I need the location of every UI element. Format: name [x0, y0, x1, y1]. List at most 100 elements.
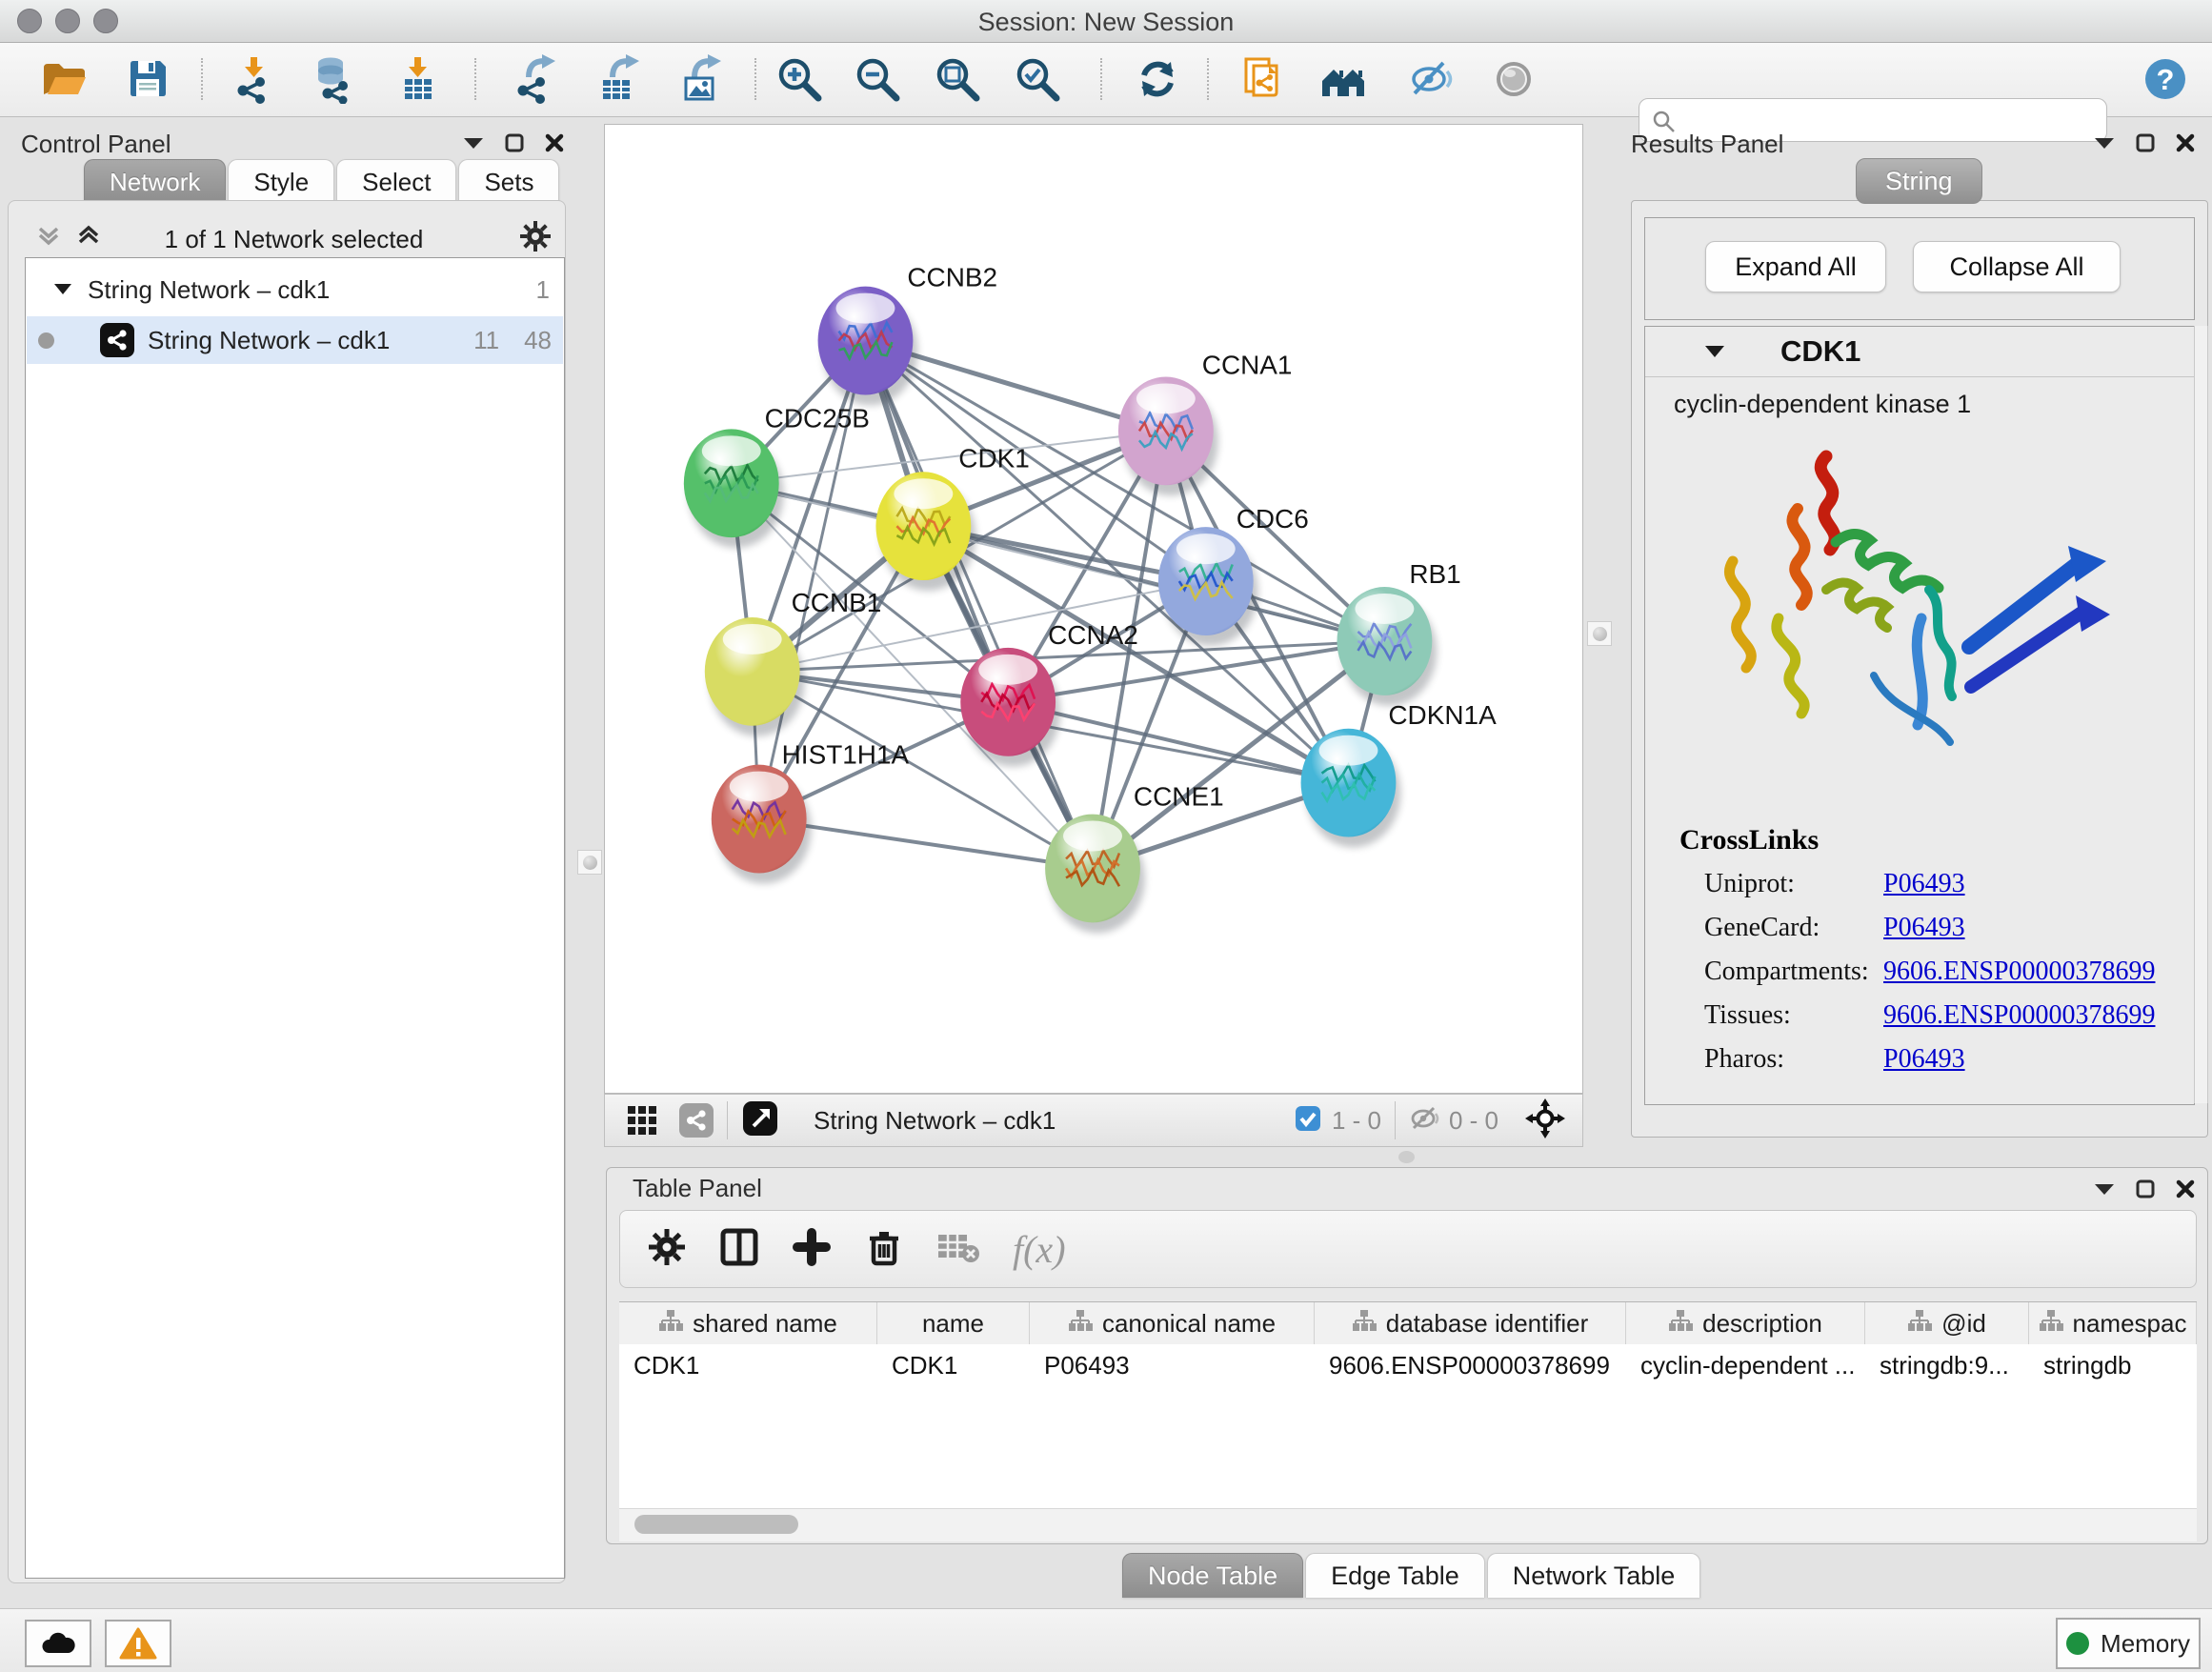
warnings-button[interactable] [105, 1620, 171, 1667]
table-body: CDK1CDK1P064939606.ENSP00000378699cyclin… [619, 1344, 2197, 1508]
close-panel-icon[interactable] [2176, 133, 2195, 152]
network-row[interactable]: String Network – cdk1 11 48 [27, 316, 563, 364]
crosslink-pharos-link[interactable]: P06493 [1883, 1044, 1965, 1075]
node-CDKN1A[interactable]: CDKN1A [1301, 700, 1498, 848]
table-cell[interactable]: 9606.ENSP00000378699 [1315, 1344, 1626, 1386]
left-splitter-handle[interactable] [577, 850, 602, 875]
column-header-database-identifier[interactable]: database identifier [1315, 1302, 1626, 1344]
function-builder-icon[interactable]: f(x) [1013, 1227, 1066, 1272]
table-cell[interactable]: CDK1 [877, 1344, 1030, 1386]
node-CDC6[interactable]: CDC6 [1158, 504, 1309, 646]
tab-sets[interactable]: Sets [458, 159, 559, 204]
table-cell[interactable]: cyclin-dependent ... [1626, 1344, 1865, 1386]
tab-network-table[interactable]: Network Table [1487, 1553, 1701, 1598]
node-CCNB1[interactable]: CCNB1 [705, 588, 882, 736]
table-hscrollbar-track[interactable] [619, 1508, 2197, 1541]
column-tree-icon [658, 1309, 683, 1339]
crosslink-uniprot-link[interactable]: P06493 [1883, 869, 1965, 899]
birdseye-view-icon[interactable] [741, 1099, 779, 1142]
zoom-fit-button[interactable] [932, 53, 983, 105]
float-panel-icon[interactable] [2094, 135, 2115, 151]
import-table-file-button[interactable] [392, 53, 444, 105]
maximize-panel-icon[interactable] [2136, 1179, 2155, 1199]
crosslinks-list: Uniprot:P06493GeneCard:P06493Compartment… [1704, 862, 2155, 1081]
collapse-all-button[interactable]: Collapse All [1913, 241, 2121, 292]
node-label-CDC25B: CDC25B [765, 403, 870, 433]
column-header-shared-name[interactable]: shared name [619, 1302, 877, 1344]
right-splitter-handle[interactable] [1587, 621, 1612, 646]
tab-style[interactable]: Style [228, 159, 334, 204]
export-table-button[interactable] [593, 53, 644, 105]
memory-button[interactable]: Memory [2056, 1618, 2201, 1669]
maximize-panel-icon[interactable] [2136, 133, 2155, 152]
save-session-button[interactable] [122, 53, 173, 105]
hidden-eye-slash-icon[interactable] [1409, 1104, 1441, 1138]
table-settings-gear-icon[interactable] [647, 1227, 687, 1272]
results-panel-controls [2094, 133, 2195, 152]
column-header-name[interactable]: name [877, 1302, 1030, 1344]
delete-column-icon[interactable] [864, 1227, 904, 1272]
close-panel-icon[interactable] [2176, 1179, 2195, 1199]
tab-node-table[interactable]: Node Table [1122, 1553, 1303, 1598]
open-session-button[interactable] [38, 53, 90, 105]
crosslink-compartments-link[interactable]: 9606.ENSP00000378699 [1883, 957, 2155, 987]
import-network-database-button[interactable] [309, 53, 360, 105]
table-hscrollbar-thumb[interactable] [634, 1515, 798, 1534]
column-header-description[interactable]: description [1626, 1302, 1865, 1344]
cloud-status-button[interactable] [25, 1620, 91, 1667]
zoom-out-button[interactable] [852, 53, 903, 105]
expand-all-button[interactable]: Expand All [1705, 241, 1886, 292]
node-CDK1[interactable]: CDK1 [875, 443, 1029, 591]
refresh-layout-button[interactable] [1132, 53, 1183, 105]
show-columns-icon[interactable] [719, 1227, 759, 1272]
node-CCNA1[interactable]: CCNA1 [1118, 350, 1293, 495]
save-session-icon [123, 54, 172, 104]
tab-edge-table[interactable]: Edge Table [1305, 1553, 1485, 1598]
node-RB1[interactable]: RB1 [1337, 559, 1460, 706]
help-button[interactable]: ? [2140, 53, 2191, 105]
zoom-selected-button[interactable] [1012, 53, 1063, 105]
zoom-in-button[interactable] [774, 53, 825, 105]
fit-content-crosshair-icon[interactable] [1525, 1098, 1565, 1143]
create-column-icon[interactable] [792, 1227, 832, 1272]
crosslink-tissues-link[interactable]: 9606.ENSP00000378699 [1883, 1000, 2155, 1031]
export-network-button[interactable] [509, 53, 560, 105]
bottom-splitter-handle[interactable] [1398, 1151, 1415, 1163]
node-HIST1H1A[interactable]: HIST1H1A [712, 740, 910, 884]
import-network-file-button[interactable] [229, 53, 280, 105]
network-share-icon[interactable] [679, 1103, 714, 1138]
table-cell[interactable]: stringdb [2029, 1344, 2197, 1386]
export-image-button[interactable] [674, 53, 726, 105]
node-CDC25B[interactable]: CDC25B [684, 403, 870, 548]
network-collection-row[interactable]: String Network – cdk1 1 [27, 266, 563, 313]
maximize-panel-icon[interactable] [505, 133, 524, 152]
results-scrollbar-track[interactable] [2194, 326, 2208, 1103]
float-panel-icon[interactable] [2094, 1181, 2115, 1197]
crosslink-genecard-link[interactable]: P06493 [1883, 913, 1965, 943]
delete-table-icon[interactable] [936, 1229, 980, 1270]
float-panel-icon[interactable] [463, 135, 484, 151]
table-cell[interactable]: stringdb:9... [1865, 1344, 2029, 1386]
close-panel-icon[interactable] [545, 133, 564, 152]
string-home-button[interactable] [1318, 53, 1370, 105]
open-in-browser-button[interactable] [1237, 53, 1288, 105]
hide-glass-button[interactable] [1406, 53, 1458, 105]
gene-collapse-icon[interactable] [1704, 344, 1725, 359]
sphere-view-button[interactable] [1488, 53, 1539, 105]
table-cell[interactable]: CDK1 [619, 1344, 877, 1386]
tab-select[interactable]: Select [336, 159, 456, 204]
node-CCNB2[interactable]: CCNB2 [818, 263, 998, 406]
grid-view-icon[interactable] [626, 1102, 658, 1139]
tab-string[interactable]: String [1856, 158, 1982, 204]
network-canvas[interactable]: CCNB2CCNA1CDC25BCDK1CDC6RB1CCNB1CCNA2CDK… [604, 124, 1583, 1094]
collection-expander-icon[interactable] [53, 282, 72, 297]
column-header-namespac[interactable]: namespac [2029, 1302, 2197, 1344]
column-header-id[interactable]: @id [1865, 1302, 2029, 1344]
table-cell[interactable]: P06493 [1030, 1344, 1315, 1386]
network-options-gear-icon[interactable] [518, 219, 553, 258]
tab-network[interactable]: Network [84, 159, 226, 204]
node-CCNE1[interactable]: CCNE1 [1045, 782, 1224, 934]
crosslink-label: GeneCard: [1704, 913, 1883, 943]
selected-checkbox-icon[interactable] [1294, 1104, 1322, 1138]
column-header-canonical-name[interactable]: canonical name [1030, 1302, 1315, 1344]
